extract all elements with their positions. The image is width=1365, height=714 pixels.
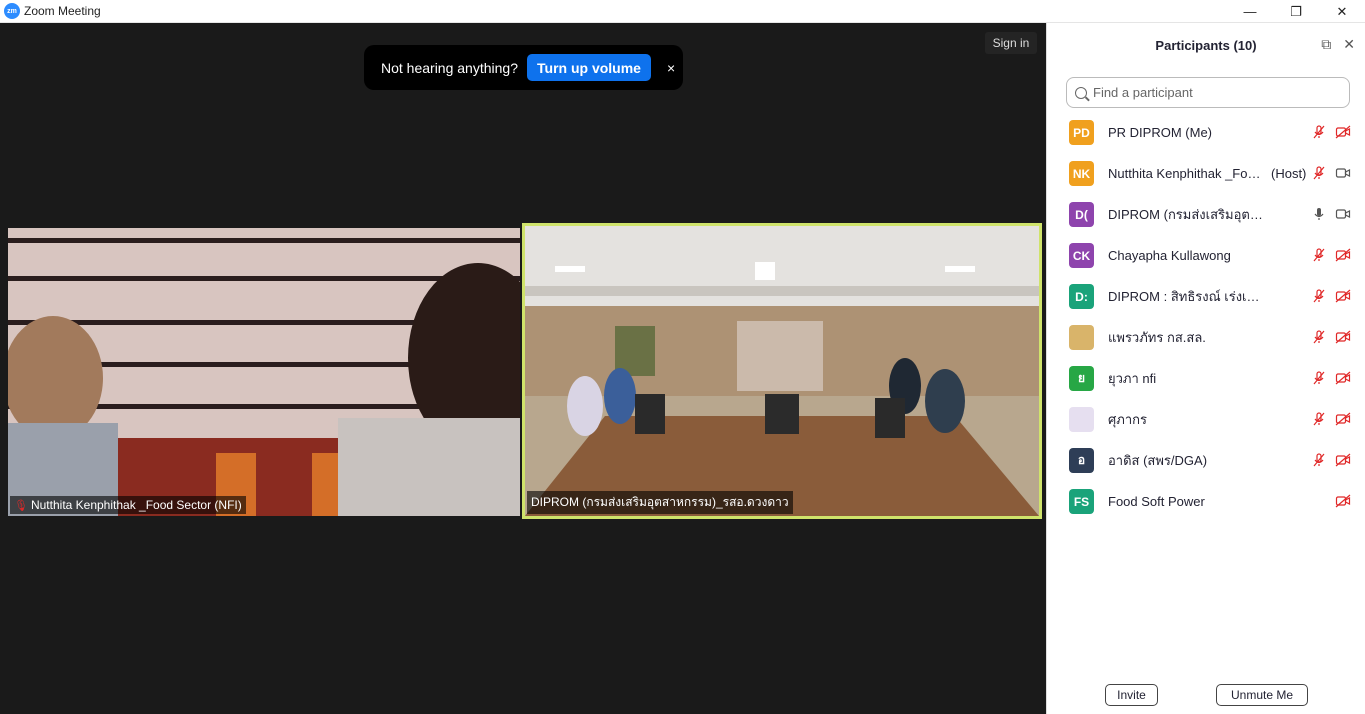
mic-icon [1311, 206, 1327, 222]
video-tile-active-speaker[interactable]: DIPROM (กรมส่งเสริมอุตสาหกรรม)_รสอ.ดวงดา… [522, 223, 1042, 519]
mic-none-icon [1311, 493, 1327, 509]
mic-muted-icon [1311, 370, 1327, 386]
participant-status-icons [1311, 247, 1351, 263]
video-off-icon [1335, 247, 1351, 263]
window-title: Zoom Meeting [24, 4, 101, 18]
participant-status-icons [1311, 206, 1351, 222]
video-off-icon [1335, 124, 1351, 140]
video-stage: Sign in Not hearing anything? Turn up vo… [0, 23, 1046, 714]
notice-close-icon[interactable]: × [667, 60, 675, 76]
mic-muted-icon [1311, 411, 1327, 427]
participant-name: แพรวภัทร กส.สล. [1108, 330, 1206, 345]
avatar: NK [1069, 161, 1094, 186]
close-panel-icon[interactable]: ✕ [1343, 36, 1355, 53]
participant-status-icons [1311, 493, 1351, 509]
avatar [1069, 407, 1094, 432]
participant-status-icons [1311, 370, 1351, 386]
avatar: CK [1069, 243, 1094, 268]
participant-name: DIPROM : สิทธิรงณ์ เร่งเพียร [1108, 289, 1268, 304]
title-bar: zm Zoom Meeting — ❐ ✕ [0, 0, 1365, 23]
video-off-icon [1335, 411, 1351, 427]
participant-status-icons [1311, 329, 1351, 345]
participant-row[interactable]: D: DIPROM : สิทธิรงณ์ เร่งเพียร [1047, 276, 1365, 317]
participant-status-icons [1311, 165, 1351, 181]
participant-row[interactable]: PD PR DIPROM (Me) [1047, 112, 1365, 153]
participant-name: อาดิส (สพร/DGA) [1108, 453, 1208, 468]
participants-title: Participants (10) [1155, 37, 1257, 53]
mic-muted-icon [1311, 165, 1327, 181]
avatar [1069, 325, 1094, 350]
avatar: ย [1069, 366, 1094, 391]
mic-muted-icon [1311, 247, 1327, 263]
minimize-button[interactable]: — [1227, 0, 1273, 23]
participant-status-icons [1311, 411, 1351, 427]
participant-search[interactable] [1066, 77, 1350, 108]
avatar: อ [1069, 448, 1094, 473]
panel-header: Participants (10) ⧉ ✕ [1047, 23, 1365, 67]
video-name-label: Nutthita Kenphithak _Food Sector (NFI) [30, 498, 242, 512]
search-input[interactable] [1093, 85, 1333, 100]
video-tile-host[interactable]: 🎙 Nutthita Kenphithak _Food Sector (NFI) [8, 228, 520, 516]
mic-muted-icon [1311, 288, 1327, 304]
mic-muted-icon [1311, 329, 1327, 345]
window-controls: — ❐ ✕ [1227, 0, 1365, 23]
participant-row[interactable]: ศุภากร [1047, 399, 1365, 440]
participant-name: Food Soft Power [1108, 494, 1205, 509]
panel-footer: Invite Unmute Me [1047, 684, 1365, 706]
participant-name: Nutthita Kenphithak _Food Sector (NFI) [1108, 166, 1263, 181]
panel-header-icons: ⧉ ✕ [1321, 36, 1355, 53]
participant-row[interactable]: แพรวภัทร กส.สล. [1047, 317, 1365, 358]
participant-row[interactable]: CK Chayapha Kullawong [1047, 235, 1365, 276]
mic-muted-icon [1311, 452, 1327, 468]
close-button[interactable]: ✕ [1319, 0, 1365, 23]
participant-name: PR DIPROM (Me) [1108, 125, 1212, 140]
video-icon [1335, 165, 1351, 181]
participant-row[interactable]: ย ยุวภา nfi [1047, 358, 1365, 399]
participant-row[interactable]: อ อาดิส (สพร/DGA) [1047, 440, 1365, 481]
video-name-tag-host: 🎙 Nutthita Kenphithak _Food Sector (NFI) [10, 496, 246, 514]
participant-name: ศุภากร [1108, 412, 1147, 427]
participant-row[interactable]: NK Nutthita Kenphithak _Food Sector (NFI)… [1047, 153, 1365, 194]
notice-text: Not hearing anything? [381, 59, 518, 76]
video-off-icon [1335, 370, 1351, 386]
video-icon [1335, 206, 1351, 222]
avatar: D( [1069, 202, 1094, 227]
participants-panel: Participants (10) ⧉ ✕ PD PR DIPROM (Me) NK… [1046, 23, 1365, 714]
avatar: PD [1069, 120, 1094, 145]
muted-mic-icon: 🎙 [14, 499, 28, 512]
participant-status-icons [1311, 452, 1351, 468]
video-frame-host [8, 228, 520, 516]
avatar: FS [1069, 489, 1094, 514]
video-name-label: DIPROM (กรมส่งเสริมอุตสาหกรรม)_รสอ.ดวงดา… [531, 495, 789, 509]
video-off-icon [1335, 452, 1351, 468]
video-frame-meeting-room [525, 226, 1039, 516]
participant-role: (Host) [1271, 166, 1307, 181]
video-off-icon [1335, 329, 1351, 345]
invite-button[interactable]: Invite [1105, 684, 1158, 706]
avatar: D: [1069, 284, 1094, 309]
pop-out-icon[interactable]: ⧉ [1321, 36, 1331, 53]
unmute-me-button[interactable]: Unmute Me [1216, 684, 1308, 706]
video-off-icon [1335, 288, 1351, 304]
participant-status-icons [1311, 124, 1351, 140]
participant-list: PD PR DIPROM (Me) NK Nutthita Kenphithak _F… [1047, 112, 1365, 522]
participant-name: Chayapha Kullawong [1108, 248, 1231, 263]
restore-button[interactable]: ❐ [1273, 0, 1319, 23]
search-icon [1075, 86, 1087, 99]
participant-status-icons [1311, 288, 1351, 304]
participant-row[interactable]: FS Food Soft Power [1047, 481, 1365, 522]
video-name-tag-speaker: DIPROM (กรมส่งเสริมอุตสาหกรรม)_รสอ.ดวงดา… [527, 491, 793, 514]
audio-notice: Not hearing anything? Turn up volume × [364, 45, 683, 90]
video-off-icon [1335, 493, 1351, 509]
sign-in-button[interactable]: Sign in [985, 32, 1037, 54]
mic-muted-icon [1311, 124, 1327, 140]
participant-name: DIPROM (กรมส่งเสริมอุตสาหกรรม)_รสอ.ดวงดา… [1108, 207, 1268, 222]
participant-name: ยุวภา nfi [1108, 371, 1157, 386]
zoom-logo-icon: zm [4, 3, 20, 19]
turn-up-volume-button[interactable]: Turn up volume [527, 54, 651, 81]
participant-row[interactable]: D( DIPROM (กรมส่งเสริมอุตสาหกรรม)_รสอ.ดวง… [1047, 194, 1365, 235]
